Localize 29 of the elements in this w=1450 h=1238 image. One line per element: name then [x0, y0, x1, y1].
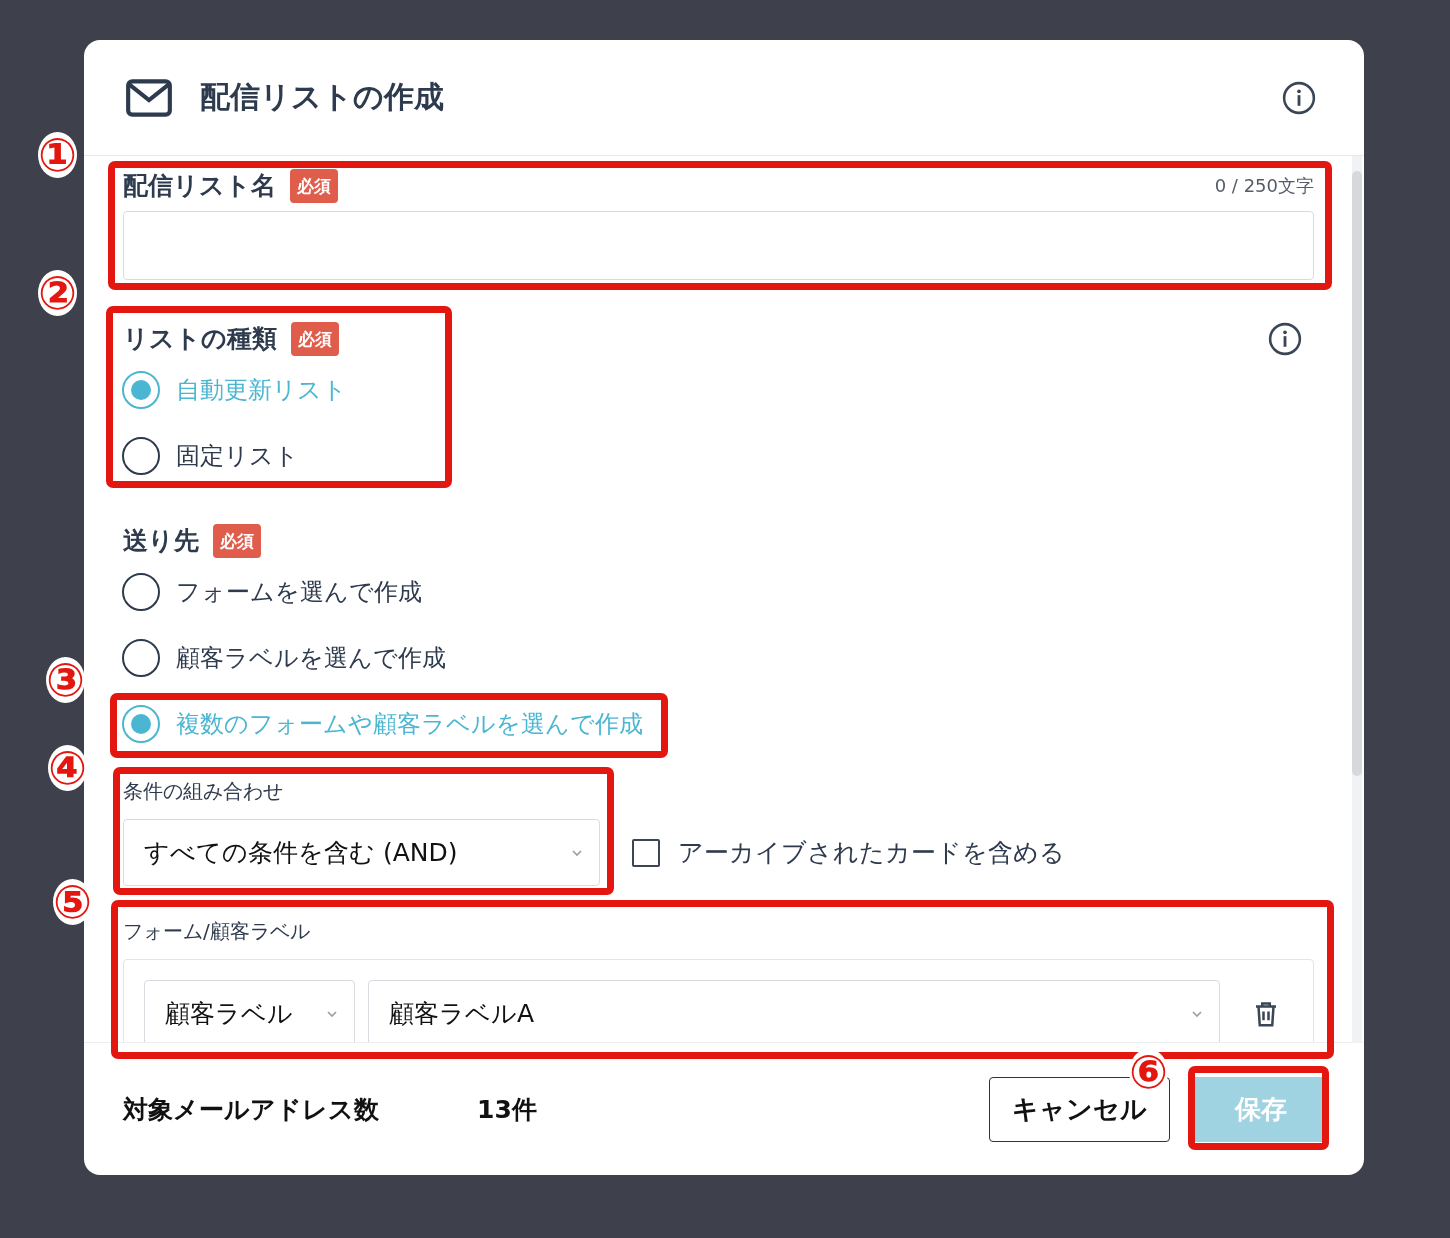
type-dropdown[interactable]: 顧客ラベル: [144, 980, 355, 1042]
field-label: 条件の組み合わせ: [123, 779, 283, 803]
step-number: ②: [38, 270, 77, 316]
step-number: ③: [46, 657, 85, 703]
condition-dropdown[interactable]: すべての条件を含む (AND): [123, 819, 600, 886]
count-label: 対象メールアドレス数: [123, 1093, 379, 1126]
field-label: フォーム/顧客ラベル: [123, 919, 310, 943]
count-value: 13件: [477, 1093, 537, 1126]
step-number: ①: [38, 132, 77, 178]
list-name-field[interactable]: [123, 211, 1314, 280]
label-dropdown[interactable]: 顧客ラベルA: [368, 980, 1220, 1042]
checkbox-label: アーカイブされたカードを含める: [678, 837, 1065, 869]
info-icon[interactable]: [1282, 80, 1316, 115]
required-badge: 必須: [290, 169, 338, 203]
step-number: ⑤: [53, 879, 92, 925]
character-counter: 0 / 250文字: [1214, 174, 1314, 198]
step-number: ④: [48, 745, 87, 791]
dialog-title: 配信リストの作成: [200, 78, 445, 116]
field-label: 配信リスト名: [123, 171, 276, 201]
radio-option[interactable]: 固定リスト: [122, 423, 1314, 489]
required-badge: 必須: [213, 524, 261, 558]
radio-option[interactable]: 顧客ラベルを選んで作成: [122, 625, 1314, 691]
radio-option[interactable]: フォームを選んで作成: [122, 559, 1314, 625]
scrollbar-thumb[interactable]: [1352, 171, 1362, 776]
required-badge: 必須: [291, 322, 339, 356]
info-icon[interactable]: [1268, 322, 1302, 356]
checkbox[interactable]: [632, 838, 660, 867]
field-label: リストの種類: [123, 324, 277, 354]
field-label: 送り先: [123, 526, 199, 556]
